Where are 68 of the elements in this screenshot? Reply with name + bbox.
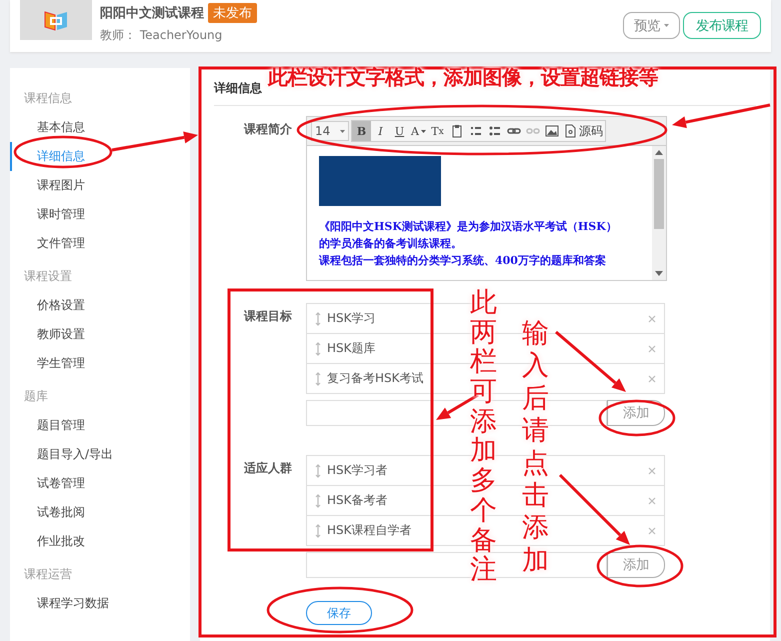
field-label: 课程简介 [242,121,293,138]
status-badge: 未发布 [208,3,257,23]
sidebar-item[interactable]: 题目导入/导出 [10,440,190,469]
paste-icon [450,124,464,138]
group-title: 题库 [23,388,49,405]
sidebar-item[interactable]: 学生管理 [10,349,190,378]
entry-text: HSK题库 [327,340,376,357]
sidebar-item[interactable]: 基本信息 [10,113,190,142]
document-icon [563,124,577,138]
teacher-name: 教师： TeacherYoung [100,27,224,44]
sidebar-item[interactable]: 题目管理 [10,411,190,440]
format-button[interactable]: I [371,121,390,141]
save-button[interactable]: 保存 [306,601,372,625]
description-text: 课程包括一套独特的分类学习系统、400万字的题库和答案 [319,253,607,269]
group-title: 课程运营 [23,566,73,583]
image-icon [544,124,558,138]
down-arrow-icon[interactable] [655,271,663,276]
close-icon[interactable] [648,496,656,504]
entry-text: HSK备考者 [327,492,388,509]
bullet-list-icon [488,124,502,138]
caret-icon [664,24,669,27]
sidebar-item[interactable]: 试卷批阅 [10,498,190,527]
font-size-dropdown[interactable]: 14 [311,121,349,141]
close-icon[interactable] [648,526,656,534]
drag-handle-icon[interactable] [315,494,321,508]
entry-text: HSK学习者 [327,462,388,479]
scrollbar[interactable] [652,146,666,280]
caret-icon [340,130,345,132]
close-icon[interactable] [648,344,656,352]
close-icon[interactable] [648,374,656,382]
drag-handle-icon[interactable] [315,312,321,326]
drag-handle-icon[interactable] [315,524,321,538]
format-button[interactable]: B [352,121,371,141]
sidebar-item[interactable]: 价格设置 [10,291,190,320]
sidebar-item[interactable]: 课时管理 [10,200,190,229]
annotation-arrow [555,330,626,392]
drag-handle-icon[interactable] [315,342,321,356]
description-text: 的学员准备的备考训练课程。 [319,236,463,252]
sidebar-item[interactable]: 作业批改 [10,527,190,556]
source-button[interactable]: 源码 [561,121,605,141]
close-icon[interactable] [648,314,656,322]
sidebar-item[interactable]: 课程学习数据 [10,589,190,618]
format-button[interactable]: U [390,121,409,141]
sidebar-item[interactable]: 课程图片 [10,171,190,200]
field-label: 课程目标 [242,308,293,325]
drag-handle-icon[interactable] [315,464,321,478]
description-text: 《阳阳中文HSK测试课程》是为参加汉语水平考试（HSK） [319,219,618,235]
caret-icon [420,130,426,132]
entry-text: HSK学习 [327,310,376,327]
field-label: 适应人群 [243,460,293,477]
group-title: 课程信息 [23,90,73,107]
numbered-list-icon [468,124,482,138]
sidebar-item[interactable]: 试卷管理 [10,469,190,498]
sidebar-item[interactable]: 文件管理 [10,229,190,258]
drag-handle-icon[interactable] [315,372,321,386]
group-title: 课程设置 [23,268,73,285]
preview-button[interactable]: 预览 [623,12,680,39]
close-icon[interactable] [648,466,656,474]
font-color-button[interactable]: A [409,121,428,141]
up-arrow-icon[interactable] [655,150,663,155]
course-title: 阳阳中文测试课程 [100,4,204,22]
annotation-note: 此两栏可添加多个备注 [470,288,497,585]
entry-text: 复习备考HSK考试 [327,370,424,387]
entry-text: HSK课程自学者 [327,522,412,539]
annotation-note: 输入后请点击添加 [522,318,549,578]
sidebar-item[interactable]: 教师设置 [10,320,190,349]
book-icon [43,9,69,31]
annotation-arrow [558,474,630,545]
